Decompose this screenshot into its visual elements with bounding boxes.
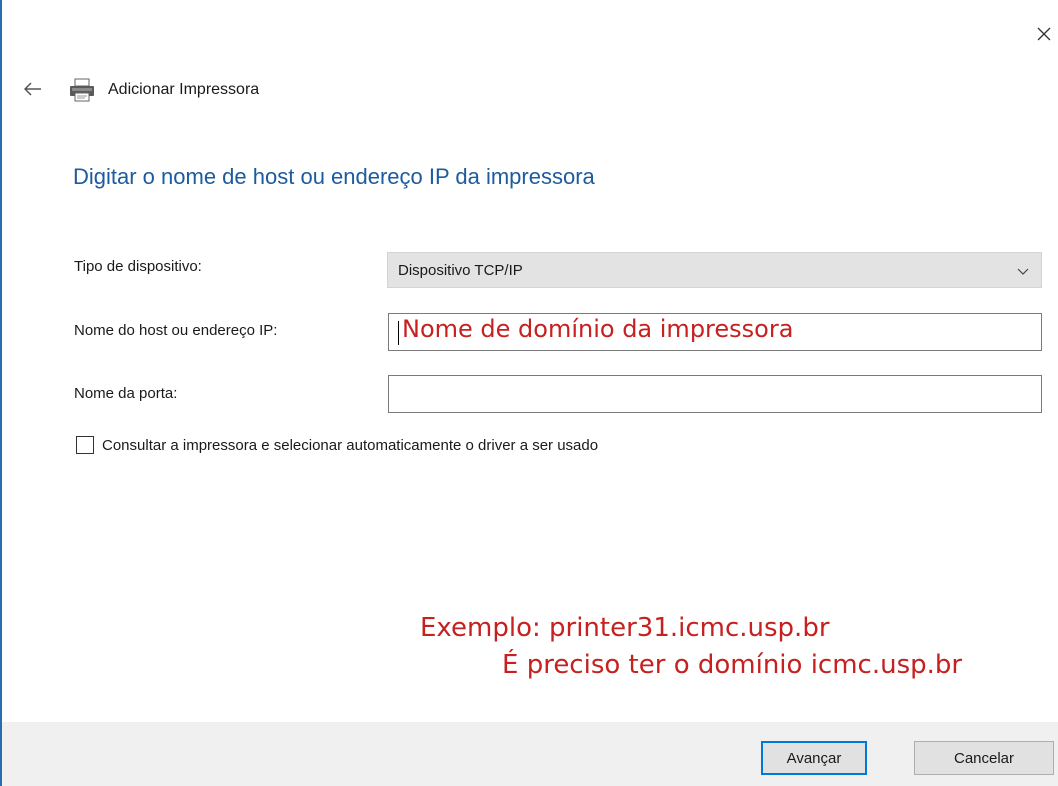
hostname-input[interactable]: Nome de domínio da impressora [388,313,1042,351]
back-arrow-icon [24,82,41,96]
next-button[interactable]: Avançar [761,741,867,775]
page-heading: Digitar o nome de host ou endereço IP da… [73,164,595,189]
window-title: Adicionar Impressora [108,81,260,98]
cancel-button[interactable]: Cancelar [914,741,1054,775]
query-printer-checkbox[interactable] [76,436,94,454]
query-printer-label: Consultar a impressora e selecionar auto… [102,436,599,454]
device-type-label: Tipo de dispositivo: [74,258,202,275]
example-annotation: Exemplo: printer31.icmc.usp.br [420,613,830,643]
printer-icon [68,78,98,102]
requirement-annotation: É preciso ter o domínio icmc.usp.br [502,650,963,680]
device-type-dropdown[interactable]: Dispositivo TCP/IP [387,252,1042,288]
window-border [0,0,2,786]
window-title-bar: Adicionar Impressora [68,78,259,102]
close-icon [1037,27,1051,41]
back-button[interactable] [20,76,46,102]
query-printer-option[interactable]: Consultar a impressora e selecionar auto… [76,436,598,454]
chevron-down-icon [1017,268,1029,275]
dialog-footer [2,722,1058,786]
close-button[interactable] [1030,20,1058,48]
hostname-annotation: Nome de domínio da impressora [402,315,794,343]
port-name-label: Nome da porta: [74,385,178,402]
device-type-value: Dispositivo TCP/IP [398,261,523,279]
add-printer-window: Adicionar Impressora Digitar o nome de h… [0,0,1058,786]
port-name-input[interactable] [388,375,1042,413]
hostname-label: Nome do host ou endereço IP: [74,322,278,339]
text-caret [398,321,399,345]
